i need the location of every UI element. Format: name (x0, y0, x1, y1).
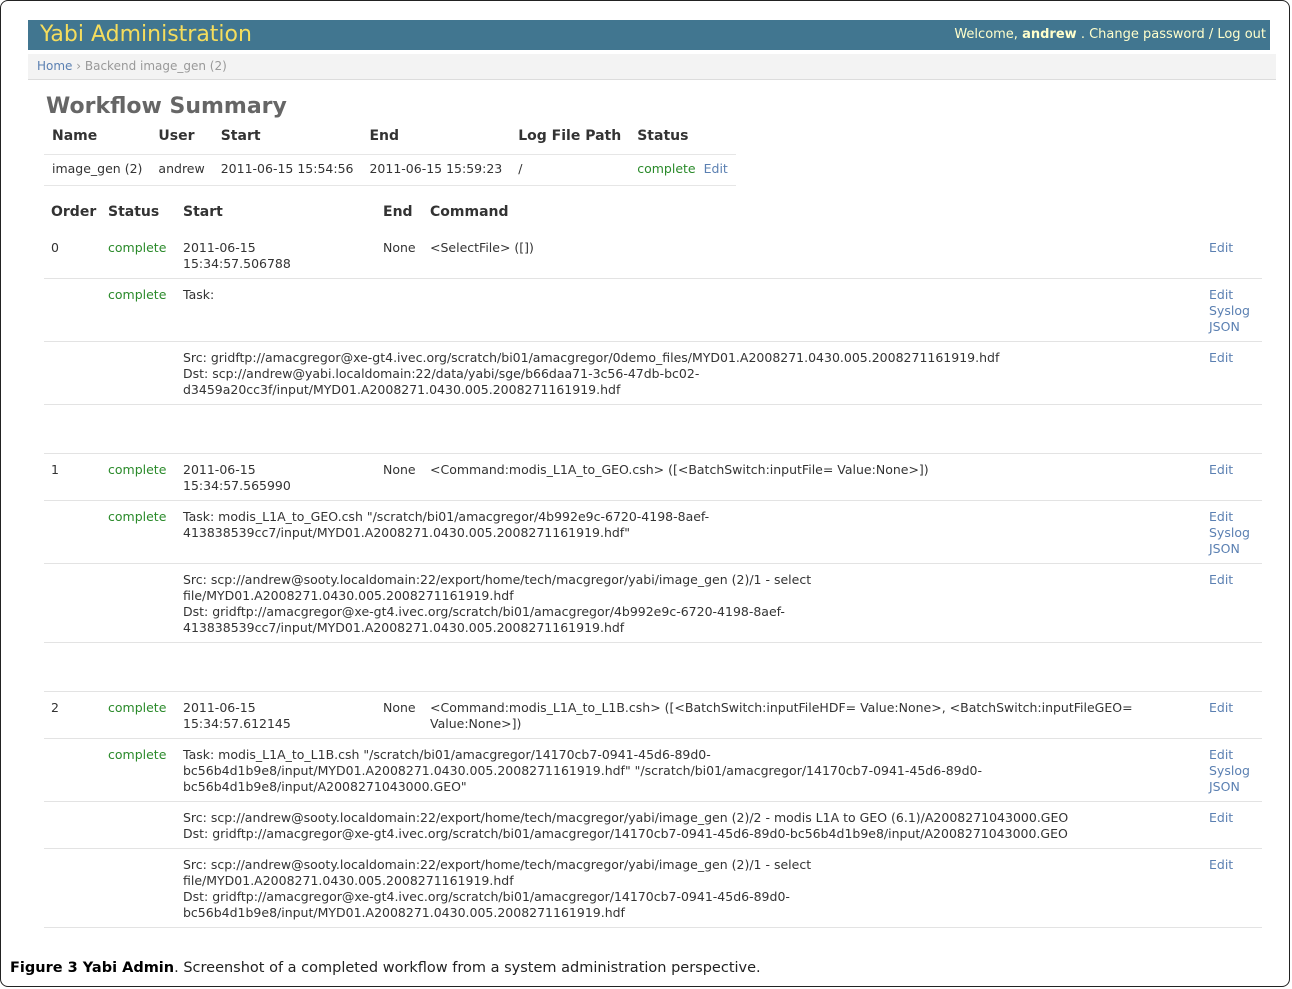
workflow-start: 2011-06-15 15:54:56 (212, 154, 362, 186)
col-name-header: Name (52, 128, 98, 144)
username: andrew (1022, 27, 1077, 42)
job-command: <Command:modis_L1A_to_GEO.csh> ([<BatchS… (423, 453, 1202, 501)
job-start-date: 2011-06-15 (183, 462, 256, 477)
figure-caption: Figure 3 Yabi Admin. Screenshot of a com… (10, 960, 761, 976)
workflow-log-path: / (510, 154, 630, 186)
workflow-user: andrew (150, 154, 213, 186)
job-start: 2011-06-15 15:34:57.565990 (176, 453, 376, 501)
job-start-date: 2011-06-15 (183, 700, 256, 715)
admin-header: Yabi Administration Welcome, andrew . Ch… (28, 20, 1270, 50)
col-end-header: End (369, 128, 400, 144)
breadcrumb: Home › Backend image_gen (2) (28, 54, 1276, 80)
site-brand[interactable]: Yabi Administration (40, 20, 252, 50)
user-tools: Welcome, andrew . Change password / Log … (954, 20, 1266, 50)
job-status: complete (101, 232, 176, 279)
transfer-edit-link[interactable]: Edit (1209, 572, 1233, 587)
job-status: complete (101, 453, 176, 501)
job-command: <SelectFile> ([]) (423, 232, 1202, 279)
task-row: complete Task: modis_L1A_to_GEO.csh "/sc… (44, 500, 1262, 564)
task-json-link[interactable]: JSON (1209, 779, 1255, 795)
task-status: complete (101, 500, 176, 564)
job-start: 2011-06-15 15:34:57.612145 (176, 691, 376, 739)
col-order-header: Order (51, 204, 97, 220)
col-command-header: Command (430, 204, 509, 220)
spacer-row (44, 404, 1262, 454)
workflow-end: 2011-06-15 15:59:23 (361, 154, 511, 186)
job-end: None (376, 691, 423, 739)
task-text: Task: modis_L1A_to_L1B.csh "/scratch/bi0… (176, 738, 1202, 802)
task-links: Edit Syslog JSON (1202, 500, 1262, 564)
job-order: 1 (44, 453, 101, 501)
transfer-row: Src: scp://andrew@sooty.localdomain:22/e… (44, 848, 1262, 928)
welcome-text: Welcome, (954, 27, 1018, 42)
job-command: <Command:modis_L1A_to_L1B.csh> ([<BatchS… (423, 691, 1202, 739)
task-status: complete (101, 278, 176, 342)
transfer-text: Src: scp://andrew@sooty.localdomain:22/e… (176, 563, 1202, 643)
job-start: 2011-06-15 15:34:57.506788 (176, 232, 376, 279)
transfer-edit-link[interactable]: Edit (1209, 350, 1233, 365)
account-links[interactable]: . Change password / Log out (1081, 27, 1266, 42)
job-start-date: 2011-06-15 (183, 240, 256, 255)
task-text: Task: (176, 278, 1202, 342)
workflow-edit-link[interactable]: Edit (704, 161, 728, 176)
task-syslog-link[interactable]: Syslog (1209, 763, 1255, 779)
breadcrumb-current: Backend image_gen (2) (84, 59, 227, 73)
job-order: 0 (44, 232, 101, 279)
jobs-table: Order Status Start End Command 0 complet… (44, 200, 1262, 928)
task-links: Edit Syslog JSON (1202, 738, 1262, 802)
task-edit-link[interactable]: Edit (1209, 509, 1255, 525)
job-start-time: 15:34:57.612145 (183, 716, 291, 731)
job-edit-link[interactable]: Edit (1209, 462, 1233, 477)
page-title: Workflow Summary (46, 94, 287, 119)
transfer-text: Src: gridftp://amacgregor@xe-gt4.ivec.or… (176, 341, 1202, 405)
figure-caption-text: . Screenshot of a completed workflow fro… (174, 960, 761, 976)
task-syslog-link[interactable]: Syslog (1209, 525, 1255, 541)
job-end: None (376, 232, 423, 279)
col-status-header: Status (637, 128, 689, 144)
col-start-header: Start (183, 204, 223, 220)
transfer-edit-link[interactable]: Edit (1209, 857, 1233, 872)
workflow-status: complete (629, 154, 700, 186)
job-start-time: 15:34:57.565990 (183, 478, 291, 493)
job-row: 1 complete 2011-06-15 15:34:57.565990 Non… (44, 453, 1262, 501)
job-row: 2 complete 2011-06-15 15:34:57.612145 Non… (44, 691, 1262, 739)
breadcrumb-home-link[interactable]: Home (37, 59, 72, 73)
task-json-link[interactable]: JSON (1209, 319, 1255, 335)
job-end: None (376, 453, 423, 501)
workflow-name: image_gen (2) (44, 154, 151, 186)
task-edit-link[interactable]: Edit (1209, 287, 1255, 303)
transfer-edit-link[interactable]: Edit (1209, 810, 1233, 825)
task-links: Edit Syslog JSON (1202, 278, 1262, 342)
task-status: complete (101, 738, 176, 802)
col-end-header: End (383, 204, 413, 220)
transfer-row: Src: scp://andrew@sooty.localdomain:22/e… (44, 563, 1262, 643)
summary-row: image_gen (2) andrew 2011-06-15 15:54:56… (44, 154, 736, 186)
col-user-header: User (158, 128, 195, 144)
task-text: Task: modis_L1A_to_GEO.csh "/scratch/bi0… (176, 500, 1202, 564)
transfer-text: Src: scp://andrew@sooty.localdomain:22/e… (176, 848, 1202, 928)
col-status-header: Status (108, 204, 160, 220)
task-edit-link[interactable]: Edit (1209, 747, 1255, 763)
spacer-row (44, 642, 1262, 692)
col-logpath-header: Log File Path (518, 128, 622, 144)
job-row: 0 complete 2011-06-15 15:34:57.506788 Non… (44, 232, 1262, 279)
task-row: complete Task: modis_L1A_to_L1B.csh "/sc… (44, 738, 1262, 802)
task-syslog-link[interactable]: Syslog (1209, 303, 1255, 319)
transfer-row: Src: scp://andrew@sooty.localdomain:22/e… (44, 801, 1262, 849)
transfer-row: Src: gridftp://amacgregor@xe-gt4.ivec.or… (44, 341, 1262, 405)
task-json-link[interactable]: JSON (1209, 541, 1255, 557)
jobs-header-row: Order Status Start End Command (44, 200, 1262, 232)
breadcrumb-separator: › (72, 59, 85, 73)
workflow-summary-table: Name User Start End Log File Path Status… (44, 124, 736, 186)
col-start-header: Start (220, 128, 261, 144)
job-edit-link[interactable]: Edit (1209, 700, 1233, 715)
job-edit-link[interactable]: Edit (1209, 240, 1233, 255)
task-row: complete Task: Edit Syslog JSON (44, 278, 1262, 342)
job-order: 2 (44, 691, 101, 739)
transfer-text: Src: scp://andrew@sooty.localdomain:22/e… (176, 801, 1202, 849)
job-start-time: 15:34:57.506788 (183, 256, 291, 271)
job-status: complete (101, 691, 176, 739)
figure-caption-title: Figure 3 Yabi Admin (10, 960, 175, 976)
summary-header-row: Name User Start End Log File Path Status (44, 124, 736, 155)
